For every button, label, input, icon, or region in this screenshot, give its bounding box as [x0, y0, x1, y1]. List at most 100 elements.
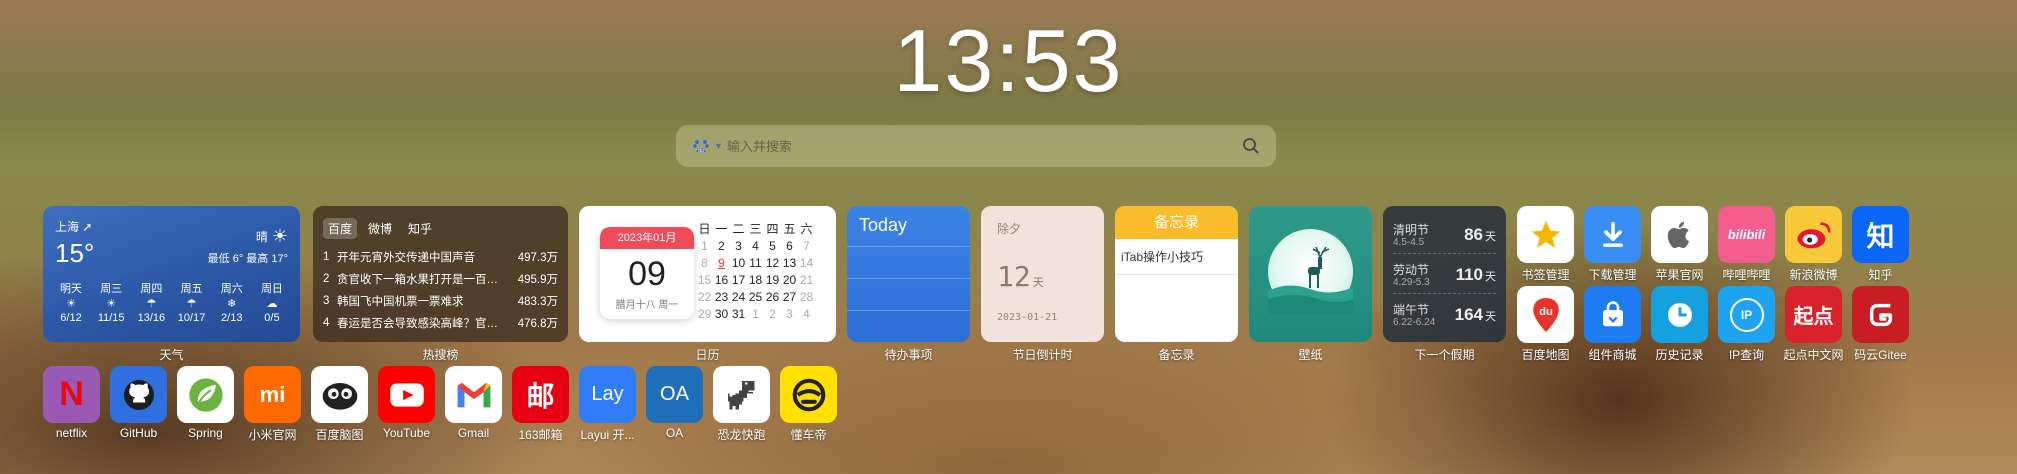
next-holiday-widget[interactable]: 清明节 4.5-4.5 86 天 劳动节 4.29-5.3 110 天 端午节 6.…: [1383, 206, 1506, 342]
app-netflix[interactable]: N: [43, 366, 100, 423]
holiday-row: 清明节 4.5-4.5 86 天: [1393, 216, 1496, 254]
youtube-icon: [389, 382, 425, 408]
hot-list: 1 开年元宵外交传递中国声音 497.3万 2 贪官收下一箱水果打开是一百万现金 495…: [323, 246, 558, 334]
app-label: 163邮箱: [518, 428, 563, 442]
forecast-day: 周日 ☁ 0/5: [254, 282, 290, 326]
app-label: 苹果官网: [1655, 268, 1704, 282]
gitee-icon: [1865, 299, 1897, 331]
app-downloads[interactable]: [1584, 206, 1641, 263]
holiday-row: 劳动节 4.29-5.3 110 天: [1393, 256, 1496, 294]
app-label: 历史记录: [1655, 348, 1704, 362]
weather-widget[interactable]: 上海 ➚ 15° 晴 ☀ 最低 6° 最高 17° 明天 ☀ 6/12 周三 ☀ 11/1…: [43, 206, 300, 342]
bag-icon: [1598, 299, 1628, 331]
widget-caption: 待办事项: [884, 348, 933, 362]
list-item[interactable]: 3 韩国飞中国机票一票难求 483.3万: [323, 290, 558, 312]
calendar-widget[interactable]: 2023年01月 09 腊月十八 周一 日一二三四五六 1234567 8 9 10…: [579, 206, 836, 342]
ip-icon: IP: [1729, 297, 1764, 332]
month-grid: 日一二三四五六 1234567 8 9 10 11 12 13 14 15 16 17 18 19 2…: [696, 220, 815, 322]
memo-title: 备忘录: [1115, 206, 1238, 239]
countdown-widget[interactable]: 除夕 12 天 2023-01-21: [981, 206, 1104, 342]
dongchedi-icon: [790, 376, 828, 414]
app-gmail[interactable]: [445, 366, 502, 423]
app-label: Spring: [188, 426, 223, 440]
tab-zhihu[interactable]: 知乎: [403, 218, 437, 239]
weather-forecast: 明天 ☀ 6/12 周三 ☀ 11/15 周四 ☂ 13/16 周五 ☂ 10/17 周六 ❄ 2/…: [53, 282, 290, 326]
oa-icon: OA: [660, 383, 689, 405]
app-github[interactable]: [110, 366, 167, 423]
rain-icon: ☂: [146, 298, 157, 310]
baidu-map-icon: du: [1529, 295, 1563, 335]
app-youtube[interactable]: [378, 366, 435, 423]
widget-caption: 备忘录: [1158, 348, 1195, 362]
app-layui[interactable]: Lay: [579, 366, 636, 423]
app-163-mail[interactable]: 邮: [512, 366, 569, 423]
app-oa[interactable]: OA: [646, 366, 703, 423]
chevron-down-icon[interactable]: ▼: [714, 141, 723, 151]
holiday-row: 端午节 6.22-6.24 164 天: [1393, 303, 1496, 328]
app-spring[interactable]: [177, 366, 234, 423]
app-xiaomi[interactable]: mi: [244, 366, 301, 423]
weather-condition: 晴: [255, 230, 268, 244]
app-label: YouTube: [382, 426, 431, 440]
clock-icon: [1664, 299, 1696, 331]
app-weibo[interactable]: [1785, 206, 1842, 263]
app-dongchedi[interactable]: [780, 366, 837, 423]
app-label: Layui 开...: [580, 428, 635, 442]
download-icon: [1596, 218, 1630, 252]
app-history[interactable]: [1651, 286, 1708, 343]
app-apple[interactable]: [1651, 206, 1708, 263]
app-label: 码云Gitee: [1854, 348, 1907, 362]
baidu-icon[interactable]: du: [690, 135, 712, 157]
widget-caption: 日历: [695, 348, 720, 362]
days-unit: 天: [1032, 276, 1044, 289]
todo-widget[interactable]: Today: [847, 206, 970, 342]
app-bilibili[interactable]: bilibili: [1718, 206, 1775, 263]
app-qidian[interactable]: 起点: [1785, 286, 1842, 343]
xiaomi-icon: mi: [259, 381, 286, 407]
star-icon: [1529, 218, 1563, 252]
app-baidu-mindmap[interactable]: [311, 366, 368, 423]
widget-caption: 热搜榜: [422, 348, 459, 362]
search-icon[interactable]: [1240, 135, 1262, 157]
search-bar[interactable]: du ▼: [676, 125, 1276, 167]
app-gitee[interactable]: [1852, 286, 1909, 343]
forecast-day: 周四 ☂ 13/16: [133, 282, 169, 326]
list-item[interactable]: 2 贪官收下一箱水果打开是一百万现金 495.9万: [323, 268, 558, 290]
dino-icon: [723, 376, 761, 414]
tab-weibo[interactable]: 微博: [363, 218, 397, 239]
holiday-date: 2023-01-21: [997, 312, 1058, 323]
week-row: 29 30 31 1 2 3 4: [697, 306, 810, 321]
memo-note[interactable]: iTab操作小技巧: [1115, 239, 1238, 275]
week-row: 8 9 10 11 12 13 14: [701, 255, 814, 270]
wallpaper-widget[interactable]: [1249, 206, 1372, 342]
search-input[interactable]: [726, 138, 1240, 154]
app-label: 百度脑图: [315, 428, 364, 442]
forecast-day: 周三 ☀ 11/15: [93, 282, 129, 326]
app-baidu-map[interactable]: du: [1517, 286, 1574, 343]
app-widget-store[interactable]: [1584, 286, 1641, 343]
forecast-day: 周五 ☂ 10/17: [174, 282, 210, 326]
mindmap-icon: [320, 378, 360, 412]
app-bookmarks[interactable]: [1517, 206, 1574, 263]
app-label: 恐龙快跑: [717, 428, 766, 442]
clock: 13:53: [893, 11, 1124, 110]
list-item[interactable]: 1 开年元宵外交传递中国声音 497.3万: [323, 246, 558, 268]
hot-search-widget[interactable]: 百度 微博 知乎 1 开年元宵外交传递中国声音 497.3万 2 贪官收下一箱水果打开…: [313, 206, 568, 342]
cloud-icon: ☁: [266, 298, 278, 310]
holiday-name: 除夕: [997, 222, 1022, 236]
github-icon: [121, 377, 157, 413]
forecast-day: 周六 ❄ 2/13: [214, 282, 250, 326]
widget-caption: 下一个假期: [1414, 348, 1475, 362]
app-zhihu[interactable]: 知: [1852, 206, 1909, 263]
list-item[interactable]: 4 春运是否会导致感染高峰？官方回应 476.8万: [323, 312, 558, 334]
app-label: 书签管理: [1521, 268, 1570, 282]
app-label: 百度地图: [1521, 348, 1570, 362]
memo-widget[interactable]: 备忘录 iTab操作小技巧: [1115, 206, 1238, 342]
today-cell: 9: [718, 255, 725, 270]
app-dino-run[interactable]: [713, 366, 770, 423]
app-ip-lookup[interactable]: IP: [1718, 286, 1775, 343]
app-label: 懂车帝: [790, 428, 827, 442]
tab-baidu[interactable]: 百度: [323, 218, 358, 239]
mail163-icon: 邮: [526, 380, 555, 412]
app-label: 下载管理: [1588, 268, 1637, 282]
